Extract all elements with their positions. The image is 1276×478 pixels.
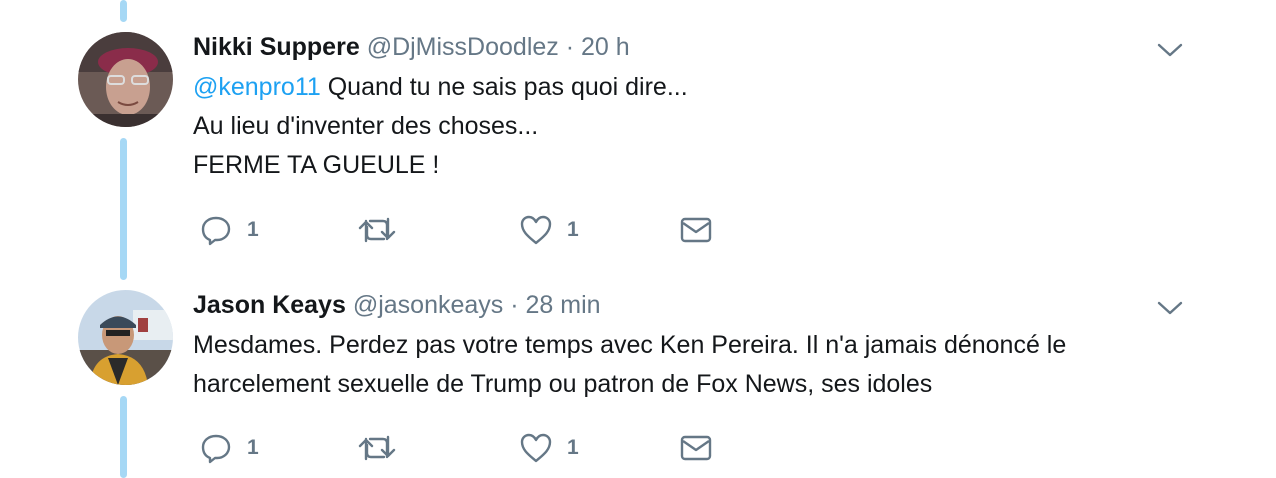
tweet-text-line: harcelement sexuelle de Trump ou patron …: [193, 370, 933, 398]
avatar-jason-keays[interactable]: [78, 290, 173, 385]
thread-line-bottom: [120, 396, 127, 478]
direct-message-button[interactable]: [679, 210, 713, 250]
reply-icon: [199, 431, 233, 465]
like-button[interactable]: 1: [519, 210, 579, 250]
like-count: 1: [567, 436, 579, 459]
author-name[interactable]: Jason Keays: [193, 291, 346, 319]
retweet-icon: [357, 431, 397, 465]
tweet-header: Nikki Suppere @DjMissDoodlez · 20 h: [193, 30, 1236, 64]
tweet-2[interactable]: Jason Keays @jasonkeays · 28 min Mesdame…: [193, 288, 1236, 404]
like-count: 1: [567, 218, 579, 241]
avatar-nikki-suppere[interactable]: [78, 32, 173, 127]
reply-count: 1: [247, 436, 259, 459]
tweet-text: @kenpro11 Quand tu ne sais pas quoi dire…: [193, 68, 1236, 185]
mention-link[interactable]: @kenpro11: [193, 73, 321, 101]
retweet-icon: [357, 213, 397, 247]
tweet-text-line: Quand tu ne sais pas quoi dire...: [320, 73, 688, 101]
envelope-icon: [679, 213, 713, 247]
retweet-button[interactable]: [357, 428, 397, 468]
tweet-timestamp[interactable]: 20 h: [581, 33, 630, 61]
author-handle[interactable]: @DjMissDoodlez: [367, 33, 559, 61]
chevron-down-icon[interactable]: [1156, 36, 1184, 58]
reply-icon: [199, 213, 233, 247]
tweet-text-line: Mesdames. Perdez pas votre temps avec Ke…: [193, 331, 1067, 359]
thread-line-middle: [120, 138, 127, 280]
tweet-actions: 1 1: [193, 428, 753, 468]
tweet-text-line: Au lieu d'inventer des choses...: [193, 112, 539, 140]
header-separator: ·: [565, 33, 575, 61]
tweet-header: Jason Keays @jasonkeays · 28 min: [193, 288, 1236, 322]
heart-icon: [519, 213, 553, 247]
tweet-actions: 1 1: [193, 210, 753, 250]
heart-icon: [519, 431, 553, 465]
retweet-button[interactable]: [357, 210, 397, 250]
tweet-text: Mesdames. Perdez pas votre temps avec Ke…: [193, 326, 1236, 404]
envelope-icon: [679, 431, 713, 465]
reply-button[interactable]: 1: [199, 428, 259, 468]
author-name[interactable]: Nikki Suppere: [193, 33, 360, 61]
conversation-thread: Nikki Suppere @DjMissDoodlez · 20 h @ken…: [0, 0, 1276, 478]
chevron-down-icon[interactable]: [1156, 294, 1184, 316]
reply-button[interactable]: 1: [199, 210, 259, 250]
direct-message-button[interactable]: [679, 428, 713, 468]
like-button[interactable]: 1: [519, 428, 579, 468]
header-separator: ·: [510, 291, 519, 319]
tweet-text-line: FERME TA GUEULE !: [193, 151, 440, 179]
thread-line-top: [120, 0, 127, 22]
tweet-1[interactable]: Nikki Suppere @DjMissDoodlez · 20 h @ken…: [193, 30, 1236, 185]
reply-count: 1: [247, 218, 259, 241]
tweet-timestamp[interactable]: 28 min: [526, 291, 601, 319]
author-handle[interactable]: @jasonkeays: [353, 291, 503, 319]
